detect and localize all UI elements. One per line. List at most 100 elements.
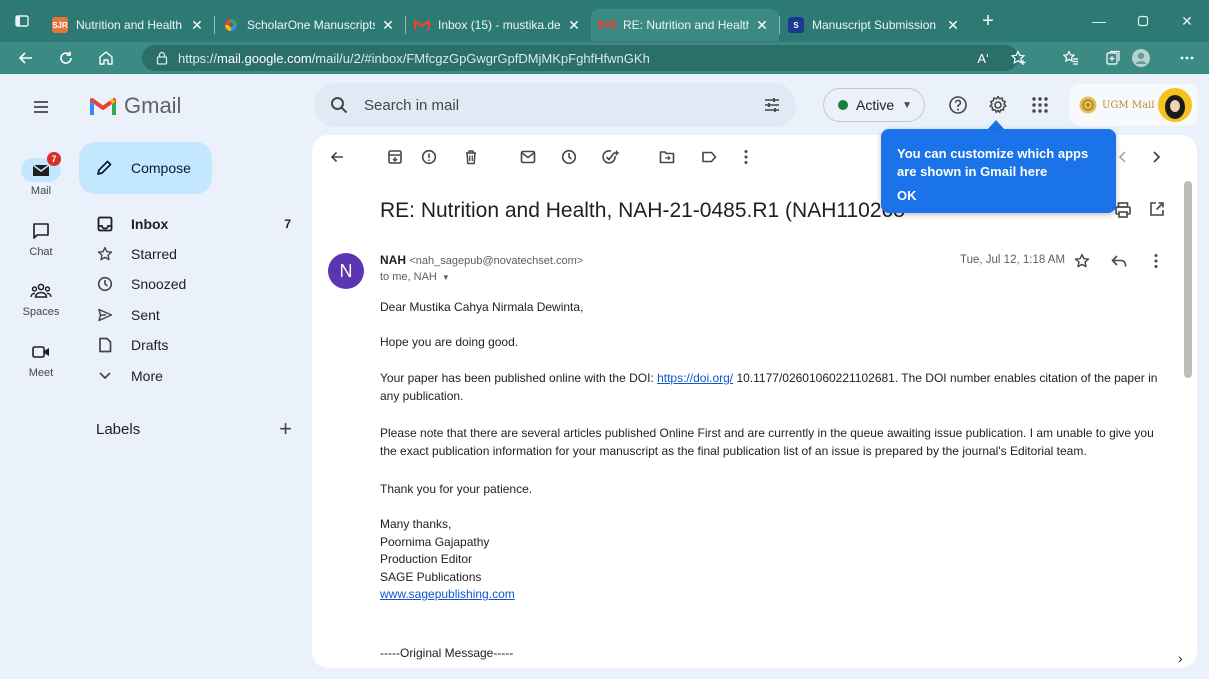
report-spam-icon[interactable] (418, 146, 440, 168)
search-icon[interactable] (314, 96, 364, 114)
tab-close-icon[interactable]: ✕ (188, 16, 206, 34)
tab-close-icon[interactable]: ✕ (565, 16, 583, 34)
nav-drafts[interactable]: Drafts (79, 330, 307, 360)
message-paragraph: Please note that there are several artic… (380, 426, 1154, 458)
nav-label: More (131, 368, 163, 384)
rail-meet[interactable]: Meet (0, 340, 82, 379)
maximize-icon[interactable] (1121, 0, 1165, 42)
move-to-folder-icon[interactable] (656, 146, 678, 168)
add-label-icon[interactable]: + (279, 416, 292, 442)
nav-inbox[interactable]: Inbox 7 (79, 209, 307, 239)
university-seal-icon (1078, 95, 1098, 115)
search-options-icon[interactable] (748, 96, 796, 114)
recipients-dropdown-icon[interactable]: ▼ (442, 273, 450, 282)
minimize-icon[interactable]: — (1077, 0, 1121, 42)
url-field[interactable]: https://mail.google.com/mail/u/2/#inbox/… (142, 45, 1018, 71)
back-arrow-icon[interactable] (6, 42, 46, 74)
favorites-icon[interactable] (1054, 42, 1088, 74)
browser-tab-3[interactable]: Inbox (15) - mustika.dewi ✕ (406, 9, 591, 41)
back-to-inbox-icon[interactable] (326, 146, 348, 168)
archive-icon[interactable] (384, 146, 406, 168)
nav-snoozed[interactable]: Snoozed (79, 269, 307, 299)
search-bar[interactable]: Search in mail (314, 83, 796, 127)
refresh-icon[interactable] (46, 42, 86, 74)
meet-video-icon (25, 340, 57, 364)
tab-close-icon[interactable]: ✕ (944, 16, 962, 34)
message-paragraph: Hope you are doing good. (380, 335, 519, 349)
nav-starred[interactable]: Starred (79, 239, 307, 269)
send-icon (95, 307, 115, 323)
rail-label: Mail (30, 185, 52, 197)
compose-button[interactable]: Compose (79, 142, 212, 194)
newer-message-chevron-icon[interactable] (1145, 146, 1167, 168)
profile-icon[interactable] (1124, 42, 1158, 74)
add-to-tasks-icon[interactable] (600, 146, 622, 168)
account-switcher[interactable]: UGM Mail (1070, 84, 1198, 126)
nav-sent[interactable]: Sent (79, 300, 307, 330)
browser-tab-5[interactable]: S Manuscript Submission G ✕ (780, 9, 970, 41)
scrollbar-thumb[interactable] (1184, 181, 1192, 378)
lock-icon[interactable] (156, 51, 168, 65)
search-input[interactable]: Search in mail (364, 97, 748, 114)
reply-icon[interactable] (1108, 250, 1130, 272)
tooltip-ok-button[interactable]: OK (897, 187, 1100, 205)
doi-link[interactable]: https://doi.org/ (657, 371, 733, 385)
tab-close-icon[interactable]: ✕ (379, 16, 397, 34)
read-aloud-icon[interactable]: Aʹ (966, 42, 1000, 74)
help-icon[interactable] (943, 90, 973, 120)
home-icon[interactable] (86, 42, 126, 74)
browser-tab-active[interactable]: RE: Nutrition and Health, I ✕ (591, 9, 779, 41)
tab-actions-menu-icon[interactable] (0, 0, 44, 42)
chevron-right-icon[interactable]: › (1178, 650, 1183, 666)
rail-chat[interactable]: Chat (0, 219, 82, 258)
new-tab-icon[interactable]: + (970, 0, 1006, 42)
open-in-new-window-icon[interactable] (1149, 201, 1165, 217)
account-avatar[interactable] (1158, 88, 1192, 122)
gmail-logo[interactable]: Gmail (90, 93, 181, 119)
rail-mail[interactable]: 7 Mail (0, 152, 82, 197)
main-menu-icon[interactable] (26, 92, 56, 122)
more-options-icon[interactable] (735, 146, 757, 168)
message-subject: RE: Nutrition and Health, NAH-21-0485.R1… (380, 199, 905, 222)
message-greeting: Dear Mustika Cahya Nirmala Dewinta, (380, 300, 584, 314)
close-window-icon[interactable]: ✕ (1165, 0, 1209, 42)
message-date: Tue, Jul 12, 1:18 AM (960, 254, 1066, 266)
browser-tab-strip: SJR Nutrition and Health ✕ ScholarOne Ma… (0, 0, 1209, 42)
rail-label: Meet (28, 367, 54, 379)
settings-gear-icon[interactable] (983, 90, 1013, 120)
pencil-icon (95, 159, 113, 177)
signature-line: Many thanks, (380, 517, 452, 531)
snooze-clock-icon[interactable] (558, 146, 580, 168)
apps-grid-icon[interactable] (1025, 90, 1055, 120)
status-label: Active (856, 97, 895, 113)
rail-label: Chat (29, 246, 53, 258)
gmail-favicon-icon (599, 17, 615, 33)
gmail-logo-icon (90, 98, 116, 115)
mail-icon: 7 (21, 152, 61, 182)
favorites-add-icon[interactable] (1002, 42, 1036, 74)
browser-menu-icon[interactable] (1170, 42, 1204, 74)
original-message-separator: -----Original Message----- (380, 646, 514, 660)
browser-tab-1[interactable]: SJR Nutrition and Health ✕ (44, 9, 214, 41)
print-icon[interactable] (1114, 201, 1132, 219)
star-message-icon[interactable] (1071, 250, 1093, 272)
apps-tooltip: You can customize which apps are shown i… (881, 129, 1116, 213)
nav-more[interactable]: More (79, 361, 307, 391)
sender-line[interactable]: NAH <nah_sagepub@novatechset.com> (380, 253, 583, 267)
tab-title: Manuscript Submission G (812, 18, 940, 32)
tab-close-icon[interactable]: ✕ (753, 16, 771, 34)
recipients-line[interactable]: to me, NAH ▼ (380, 271, 450, 283)
sage-website-link[interactable]: www.sagepublishing.com (380, 587, 515, 601)
message-more-icon[interactable] (1145, 250, 1167, 272)
sender-avatar[interactable]: N (328, 253, 364, 289)
delete-trash-icon[interactable] (460, 146, 482, 168)
label-tag-icon[interactable] (698, 146, 720, 168)
status-dropdown[interactable]: Active ▼ (823, 88, 925, 122)
rail-spaces[interactable]: Spaces (0, 279, 82, 318)
browser-tab-2[interactable]: ScholarOne Manuscripts ✕ (215, 9, 405, 41)
message-signature: Many thanks, Poornima Gajapathy Producti… (380, 516, 1170, 604)
compose-label: Compose (131, 160, 191, 176)
tab-title: ScholarOne Manuscripts (247, 18, 375, 32)
chat-icon (25, 219, 57, 243)
mark-unread-icon[interactable] (517, 146, 539, 168)
